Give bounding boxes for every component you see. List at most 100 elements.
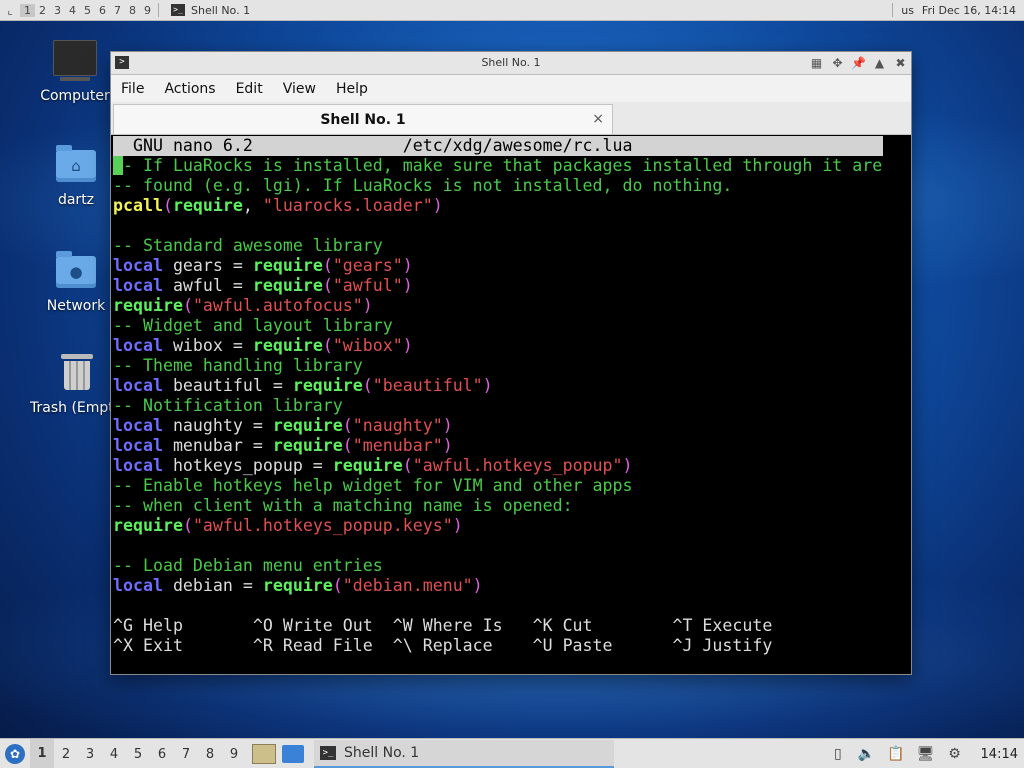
menu-icon[interactable]: ⌞: [0, 0, 20, 20]
workspace-4[interactable]: 4: [102, 747, 126, 762]
code-line: require("awful.hotkeys_popup.keys"): [113, 516, 909, 536]
code-token: local: [113, 456, 163, 475]
code-token: require: [272, 436, 343, 455]
workspace-7[interactable]: 7: [174, 747, 198, 762]
code-line: -- Widget and layout library: [113, 316, 909, 336]
code-token: -- Standard awesome library: [113, 236, 383, 255]
menu-edit[interactable]: Edit: [226, 81, 273, 97]
editor-buffer[interactable]: -- If LuaRocks is installed, make sure t…: [113, 156, 909, 596]
code-token: naughty =: [162, 416, 273, 435]
code-token: require: [113, 516, 183, 535]
code-line: -- Standard awesome library: [113, 236, 909, 256]
menu-actions[interactable]: Actions: [154, 81, 225, 97]
terminal-screen[interactable]: GNU nano 6.2 /etc/xdg/awesome/rc.lua -- …: [113, 136, 909, 672]
code-token: (: [162, 196, 173, 215]
workspace-8[interactable]: 8: [198, 747, 222, 762]
code-line: -- Enable hotkeys help widget for VIM an…: [113, 476, 909, 496]
tile-icon[interactable]: ▦: [808, 54, 825, 71]
notification-icon[interactable]: ▯: [830, 746, 846, 762]
code-line: local naughty = require("naughty"): [113, 416, 909, 436]
code-token: local: [113, 436, 163, 455]
workspace-1[interactable]: 1: [20, 3, 35, 17]
pin-icon[interactable]: 📌: [850, 54, 867, 71]
code-line: local hotkeys_popup = require("awful.hot…: [113, 456, 909, 476]
datetime[interactable]: Fri Dec 16, 14:14: [922, 4, 1016, 17]
workspace-2[interactable]: 2: [54, 747, 78, 762]
show-desktop-icon[interactable]: [282, 745, 304, 763]
workspace-1[interactable]: 1: [30, 739, 54, 768]
code-token: "beautiful": [372, 376, 483, 395]
code-token: require: [252, 276, 323, 295]
start-menu-button[interactable]: ✿: [0, 739, 30, 768]
network-icon[interactable]: 🖥: [917, 746, 935, 762]
code-token: "naughty": [352, 416, 443, 435]
workspace-7[interactable]: 7: [110, 4, 125, 17]
menu-help[interactable]: Help: [326, 81, 378, 97]
workspace-6[interactable]: 6: [150, 747, 174, 762]
code-token: require: [262, 576, 333, 595]
code-token: awful =: [162, 276, 253, 295]
workspace-2[interactable]: 2: [35, 4, 50, 17]
code-token: require: [113, 296, 183, 315]
code-token: hotkeys_popup =: [162, 456, 333, 475]
code-token: -- Enable hotkeys help widget for VIM an…: [113, 476, 633, 495]
desktop-icon-home[interactable]: ⌂ dartz: [28, 145, 124, 208]
shortcut-row-1: ^G Help ^O Write Out ^W Where Is ^K Cut …: [113, 616, 773, 635]
code-token: ): [402, 276, 413, 295]
code-token: ): [472, 576, 483, 595]
workspace-8[interactable]: 8: [125, 4, 140, 17]
code-token: ): [442, 436, 453, 455]
code-token: (: [182, 296, 193, 315]
code-token: ): [482, 376, 493, 395]
window-titlebar[interactable]: > Shell No. 1 ▦ ✥ 📌 ▲ ✖: [111, 52, 911, 75]
top-task-label: Shell No. 1: [191, 3, 251, 17]
workspace-5[interactable]: 5: [126, 747, 150, 762]
menu-file[interactable]: File: [111, 81, 154, 97]
code-token: menubar =: [162, 436, 273, 455]
move-icon[interactable]: ✥: [829, 54, 846, 71]
clipboard-icon[interactable]: 📋: [887, 746, 904, 762]
taskbar-shell-button[interactable]: >_ Shell No. 1: [314, 740, 614, 768]
code-token: require: [172, 196, 243, 215]
workspace-6[interactable]: 6: [95, 4, 110, 17]
close-icon[interactable]: ✖: [892, 54, 909, 71]
code-token: "awful.hotkeys_popup": [412, 456, 623, 475]
workspace-3[interactable]: 3: [78, 747, 102, 762]
menu-view[interactable]: View: [273, 81, 326, 97]
volume-icon[interactable]: 🔈: [858, 746, 875, 762]
code-token: local: [113, 576, 163, 595]
code-token: "wibox": [332, 336, 403, 355]
code-token: "menubar": [352, 436, 443, 455]
code-token: local: [113, 376, 163, 395]
tab-label: Shell No. 1: [320, 111, 406, 128]
workspace-9[interactable]: 9: [222, 747, 246, 762]
code-token: ,: [242, 196, 263, 215]
code-token: "awful.hotkeys_popup.keys": [192, 516, 453, 535]
workspace-3[interactable]: 3: [50, 4, 65, 17]
divider: [892, 3, 894, 17]
workspace-9[interactable]: 9: [140, 4, 155, 17]
clock[interactable]: 14:14: [981, 747, 1018, 762]
code-token: require: [272, 416, 343, 435]
workspace-5[interactable]: 5: [80, 4, 95, 17]
keyboard-layout[interactable]: us: [901, 4, 914, 17]
code-token: local: [113, 416, 163, 435]
maximize-icon[interactable]: ▲: [871, 54, 888, 71]
computer-icon: [53, 40, 97, 81]
code-token: (: [332, 576, 343, 595]
workspace-4[interactable]: 4: [65, 4, 80, 17]
code-line: -- Theme handling library: [113, 356, 909, 376]
code-token: local: [113, 276, 163, 295]
top-task-shell[interactable]: >_ Shell No. 1: [165, 4, 256, 17]
trash-icon: [61, 354, 93, 390]
file-manager-icon[interactable]: [252, 744, 276, 764]
code-line: require("awful.autofocus"): [113, 296, 909, 316]
update-icon[interactable]: ⚙: [947, 746, 963, 762]
tab-close-icon[interactable]: ×: [592, 111, 604, 127]
desktop-icon-network[interactable]: ● Network: [28, 251, 124, 314]
desktop-icon-computer[interactable]: Computer: [27, 40, 123, 104]
code-token: (: [402, 456, 413, 475]
tab-shell-1[interactable]: Shell No. 1 ×: [113, 104, 613, 134]
